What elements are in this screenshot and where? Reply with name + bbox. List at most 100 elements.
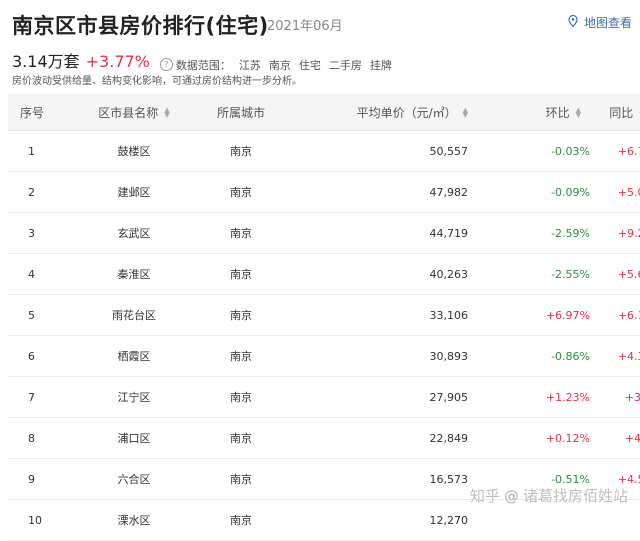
cell-city: 南京 (195, 335, 287, 377)
cell-city: 南京 (195, 171, 287, 213)
cell-city: 南京 (195, 130, 287, 172)
cell-index: 3 (8, 212, 73, 254)
cell-district: 秦淮区 (73, 253, 195, 295)
cell-yoy: +5.67% (591, 253, 640, 295)
cell-index: 7 (8, 376, 73, 418)
watermark: 知乎 @ 诸葛找房佰姓站 (470, 485, 628, 506)
cell-index: 9 (8, 458, 73, 500)
cell-mom: +0.12% (468, 417, 591, 459)
price-note: 房价波动受供给量、结构变化影响，可通过房价结构进一步分析。 (12, 76, 302, 87)
header-mom[interactable]: 环比 ▲ ▼ (468, 94, 591, 131)
cell-city: 南京 (195, 417, 287, 459)
scope-tag: 南京 (268, 58, 291, 72)
cell-price: 47,982 (287, 171, 468, 213)
help-icon[interactable]: ? (159, 58, 173, 71)
header-index: 序号 (8, 94, 73, 131)
scope-label: 数据范围： (175, 58, 231, 72)
watermark-platform: 知乎 (469, 487, 500, 505)
sort-icon[interactable]: ▲▼ (164, 107, 169, 119)
data-scope: ? 数据范围： 江苏 南京 住宅 二手房 挂牌 (159, 57, 392, 73)
listing-count: 3.14万套 (12, 52, 80, 71)
price-change: +3.77% (85, 52, 150, 71)
cell-city: 南京 (195, 212, 287, 254)
map-link-label: 地图查看 (583, 16, 632, 30)
cell-index: 1 (8, 130, 73, 172)
cell-district: 鼓楼区 (73, 130, 195, 172)
cell-mom: +6.97% (468, 294, 591, 336)
cell-city: 南京 (195, 499, 287, 541)
table-row[interactable]: 6栖霞区南京30,893-0.86%+4.38% (8, 335, 640, 377)
cell-price: 22,849 (287, 417, 468, 459)
cell-price: 27,905 (287, 376, 468, 418)
cell-price: 16,573 (287, 458, 468, 500)
cell-mom: +1.23% (468, 376, 591, 418)
header-mom-label: 环比 (545, 105, 570, 120)
cell-city: 南京 (195, 253, 287, 295)
cell-yoy: +4.38% (591, 335, 640, 377)
summary-bar: 3.14万套 +3.77% ? 数据范围： 江苏 南京 住宅 二手房 挂牌 (12, 48, 392, 72)
cell-district: 建邺区 (73, 171, 195, 213)
table-row[interactable]: 1鼓楼区南京50,557-0.03%+6.78% (8, 130, 640, 172)
scope-tag: 二手房 (328, 58, 362, 72)
cell-price: 33,106 (287, 294, 468, 336)
cell-yoy: +5.04% (591, 171, 640, 213)
cell-index: 2 (8, 171, 73, 213)
cell-mom: -0.03% (468, 130, 591, 172)
cell-yoy: +6.15% (591, 294, 640, 336)
sort-icon[interactable]: ▲▼ (463, 107, 468, 119)
cell-mom: -2.55% (468, 253, 591, 295)
cell-yoy: +9.28% (591, 212, 640, 254)
sort-icon[interactable]: ▲▼ (576, 107, 581, 119)
scope-tag: 挂牌 (369, 58, 392, 72)
cell-yoy: +6.78% (591, 130, 640, 172)
header-district[interactable]: 区市县名称 ▲ ▼ (73, 94, 195, 131)
table-body: 1鼓楼区南京50,557-0.03%+6.78%2建邺区南京47,982-0.0… (8, 130, 640, 541)
watermark-at: @ (503, 486, 519, 505)
period-date: 2021年06月 (267, 19, 343, 34)
table-row[interactable]: 4秦淮区南京40,263-2.55%+5.67% (8, 253, 640, 295)
cell-district: 溧水区 (73, 499, 195, 541)
cell-yoy: +3.8% (591, 376, 640, 418)
watermark-author: 诸葛找房佰姓站 (522, 487, 628, 505)
table-header-row: 序号 区市县名称 ▲▼ 所属城市 平均单价（元/㎡） ▲▼ 环比 ▲▼ 同比▲▼ (8, 94, 640, 131)
cell-index: 6 (8, 335, 73, 377)
header-city: 所属城市 (195, 94, 287, 131)
table-row[interactable]: 2建邺区南京47,982-0.09%+5.04% (8, 171, 640, 213)
table-row[interactable]: 8浦口区南京22,849+0.12%+4.3% (8, 417, 640, 459)
cell-mom: -0.09% (468, 171, 591, 213)
header-price-label: 平均单价（元/㎡） (356, 105, 457, 120)
page-title: 南京区市县房价排行(住宅) (12, 14, 269, 38)
cell-city: 南京 (195, 458, 287, 500)
cell-price: 44,719 (287, 212, 468, 254)
table-row[interactable]: 5雨花台区南京33,106+6.97%+6.15% (8, 294, 640, 336)
cell-price: 40,263 (287, 253, 468, 295)
table-row[interactable]: 7江宁区南京27,905+1.23%+3.8% (8, 376, 640, 418)
cell-district: 六合区 (73, 458, 195, 500)
header-price[interactable]: 平均单价（元/㎡） ▲ ▼ (287, 94, 468, 131)
header-district-label: 区市县名称 (98, 105, 159, 120)
map-view-link[interactable]: 地图查看 (566, 14, 632, 31)
cell-mom: -0.86% (468, 335, 591, 377)
cell-city: 南京 (195, 376, 287, 418)
cell-index: 5 (8, 294, 73, 336)
cell-mom: -2.59% (468, 212, 591, 254)
cell-index: 4 (8, 253, 73, 295)
cell-price: 50,557 (287, 130, 468, 172)
scope-tag: 住宅 (298, 58, 321, 72)
map-pin-icon (566, 14, 580, 31)
cell-price: 12,270 (287, 499, 468, 541)
cell-district: 浦口区 (73, 417, 195, 459)
cell-district: 栖霞区 (73, 335, 195, 377)
cell-price: 30,893 (287, 335, 468, 377)
cell-district: 雨花台区 (73, 294, 195, 336)
page-header: 南京区市县房价排行(住宅) 2021年06月 地图查看 (12, 10, 632, 40)
district-price-table: 序号 区市县名称 ▲▼ 所属城市 平均单价（元/㎡） ▲▼ 环比 ▲▼ 同比▲▼ 1鼓… (8, 94, 640, 541)
table-row[interactable]: 3玄武区南京44,719-2.59%+9.28% (8, 212, 640, 254)
scope-tag: 江苏 (238, 58, 261, 72)
header-yoy[interactable]: 同比▲▼ (591, 94, 640, 131)
cell-city: 南京 (195, 294, 287, 336)
cell-index: 8 (8, 417, 73, 459)
cell-district: 江宁区 (73, 376, 195, 418)
cell-district: 玄武区 (73, 212, 195, 254)
cell-index: 10 (8, 499, 73, 541)
